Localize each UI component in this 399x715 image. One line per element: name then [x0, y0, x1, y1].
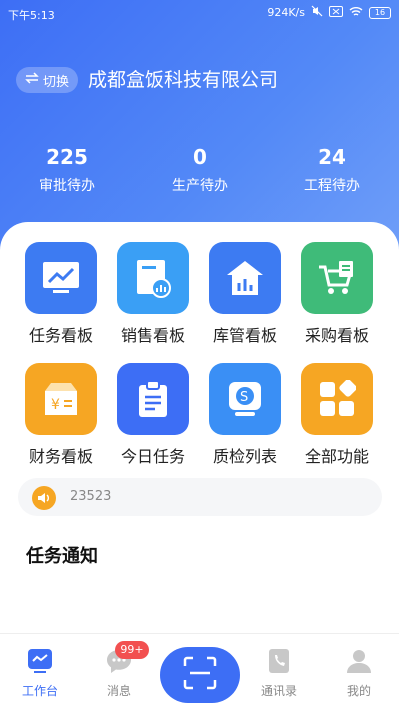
stat-label: 工程待办	[304, 178, 360, 194]
stat-approval[interactable]: 225 审批待办	[7, 145, 127, 195]
tab-label: 我的	[346, 684, 371, 698]
tab-contacts[interactable]: 通讯录	[244, 648, 314, 699]
grid-label: 质检列表	[212, 447, 277, 466]
stat-label: 审批待办	[39, 178, 95, 194]
tab-label: 通讯录	[260, 684, 297, 698]
grid-item-purchase-board[interactable]: 采购看板	[292, 242, 382, 346]
battery-icon: 16	[369, 6, 391, 19]
stat-engineering[interactable]: 24 工程待办	[272, 145, 392, 195]
grid-item-task-board[interactable]: 任务看板	[16, 242, 106, 346]
all-apps-icon	[301, 363, 373, 435]
speaker-icon	[32, 486, 56, 510]
status-indicators: 924K/s 16	[267, 5, 391, 20]
swap-icon	[25, 72, 39, 88]
svg-text:¥: ¥	[51, 397, 60, 413]
grid-item-warehouse-board[interactable]: 库管看板	[200, 242, 290, 346]
company-name: 成都盒饭科技有限公司	[88, 69, 279, 91]
notice-text: 23523	[70, 489, 112, 504]
finance-box-icon: ¥	[25, 363, 97, 435]
grid-label: 库管看板	[212, 326, 277, 345]
message-icon	[106, 650, 132, 678]
svg-text:S: S	[240, 390, 248, 405]
notice-bar[interactable]: 23523	[18, 478, 382, 516]
grid-label: 任务看板	[28, 326, 93, 345]
grid-item-sales-board[interactable]: 销售看板	[108, 242, 198, 346]
grid-label: 销售看板	[120, 326, 185, 345]
stat-label: 生产待办	[172, 178, 228, 194]
status-time: 下午5:13	[8, 9, 55, 22]
message-badge: 99+	[115, 641, 149, 659]
shopping-cart-icon	[301, 242, 373, 314]
tab-workbench[interactable]: 工作台	[5, 648, 75, 699]
stat-value: 225	[46, 145, 88, 169]
stat-value: 24	[318, 145, 346, 169]
switch-company-button[interactable]: 切换	[16, 67, 79, 93]
sales-report-icon	[117, 242, 189, 314]
switch-label: 切换	[43, 74, 70, 90]
warehouse-icon	[209, 242, 281, 314]
section-title: 任务通知	[26, 546, 98, 567]
profile-icon	[346, 650, 372, 678]
quality-check-icon: S	[209, 363, 281, 435]
grid-item-quality-list[interactable]: S 质检列表	[200, 363, 290, 467]
workbench-icon	[27, 649, 53, 678]
wifi-icon	[349, 6, 363, 20]
stat-production[interactable]: 0 生产待办	[140, 145, 260, 195]
scan-icon	[183, 656, 217, 694]
tab-label: 工作台	[21, 684, 58, 698]
chart-board-icon	[25, 242, 97, 314]
grid-label: 采购看板	[304, 326, 369, 345]
grid-label: 今日任务	[120, 447, 185, 466]
stat-value: 0	[193, 145, 207, 169]
scan-button[interactable]	[160, 647, 240, 703]
grid-item-all-functions[interactable]: 全部功能	[292, 363, 382, 467]
grid-label: 财务看板	[28, 447, 93, 466]
clipboard-icon	[117, 363, 189, 435]
grid-item-finance-board[interactable]: ¥ 财务看板	[16, 363, 106, 467]
sim-icon	[329, 5, 343, 20]
contacts-icon	[266, 649, 292, 678]
tab-profile[interactable]: 我的	[324, 648, 394, 699]
grid-label: 全部功能	[304, 447, 369, 466]
network-speed: 924K/s	[267, 6, 305, 19]
status-bar: 下午5:13 924K/s 16	[0, 0, 399, 28]
mute-icon	[311, 5, 323, 20]
tab-label: 消息	[106, 684, 131, 698]
grid-item-today-tasks[interactable]: 今日任务	[108, 363, 198, 467]
header-background	[0, 0, 399, 250]
